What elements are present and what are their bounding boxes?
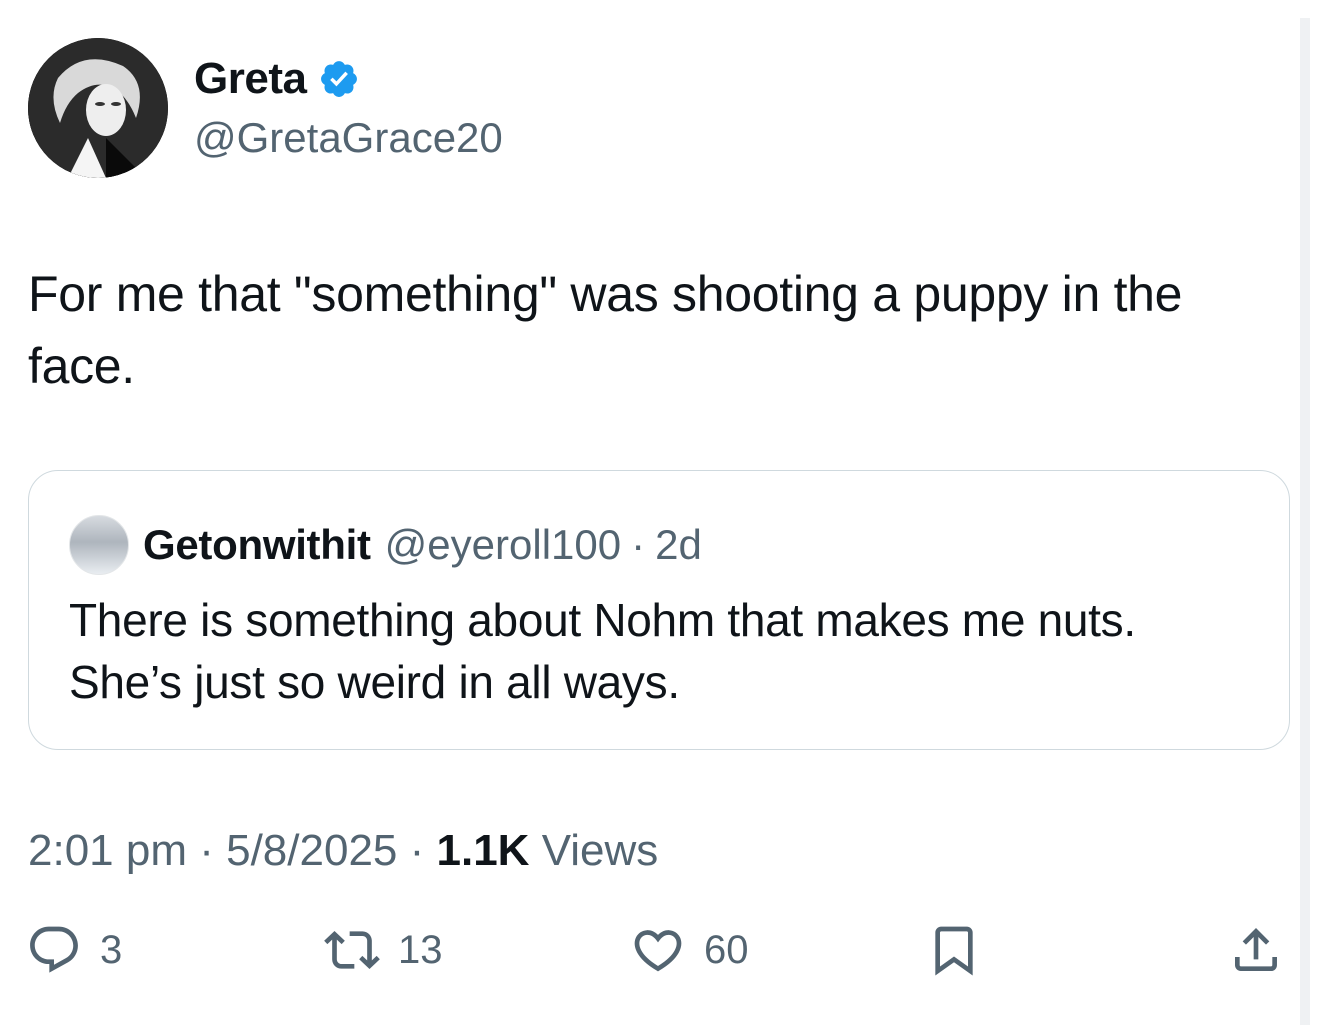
- views-label: Views: [541, 826, 659, 875]
- repost-arrows-icon: [324, 931, 380, 969]
- like-button[interactable]: 60: [630, 922, 749, 978]
- reply-count: 3: [100, 927, 123, 972]
- tweet-metadata: 2:01 pm · 5/8/2025 · 1.1K Views: [28, 826, 658, 876]
- tweet-author: Greta @GretaGrace20: [28, 38, 503, 178]
- verified-badge-icon[interactable]: [318, 58, 360, 100]
- portrait-avatar-icon: [28, 38, 168, 178]
- like-count: 60: [704, 927, 749, 972]
- repost-count: 13: [398, 927, 443, 972]
- quoted-author-avatar[interactable]: [69, 515, 129, 575]
- tweet-date[interactable]: 5/8/2025: [226, 826, 397, 875]
- tweet-body-text: For me that "something" was shooting a p…: [28, 266, 1183, 394]
- meta-separator: ·: [199, 826, 214, 875]
- quoted-author-handle[interactable]: @eyeroll100: [385, 521, 621, 569]
- share-upload-icon: [1235, 928, 1277, 971]
- quoted-tweet-header: Getonwithit @eyeroll100 · 2d: [69, 515, 702, 575]
- bookmark-button[interactable]: [926, 922, 982, 978]
- quoted-author-display-name[interactable]: Getonwithit: [143, 521, 371, 569]
- reply-button[interactable]: 3: [26, 922, 122, 978]
- quoted-timestamp[interactable]: 2d: [655, 521, 702, 569]
- meta-separator-2: ·: [409, 826, 425, 875]
- share-button[interactable]: [1228, 922, 1284, 978]
- quoted-tweet-text: There is something about Nohm that makes…: [69, 594, 1136, 708]
- author-display-name[interactable]: Greta: [194, 54, 307, 104]
- tweet-actions-bar: 3 13 60: [0, 922, 1320, 992]
- author-avatar[interactable]: [28, 38, 168, 178]
- tweet-time[interactable]: 2:01 pm: [28, 826, 187, 875]
- quoted-tweet-card[interactable]: Getonwithit @eyeroll100 · 2d There is so…: [28, 470, 1290, 750]
- repost-button[interactable]: 13: [324, 922, 443, 978]
- heart-icon: [634, 930, 682, 972]
- scrollbar-track[interactable]: [1300, 18, 1310, 1025]
- bookmark-icon: [935, 926, 973, 976]
- author-handle[interactable]: @GretaGrace20: [194, 114, 503, 162]
- views-count: 1.1K: [436, 826, 530, 875]
- reply-bubble-icon: [30, 926, 78, 973]
- quoted-separator: ·: [631, 521, 646, 568]
